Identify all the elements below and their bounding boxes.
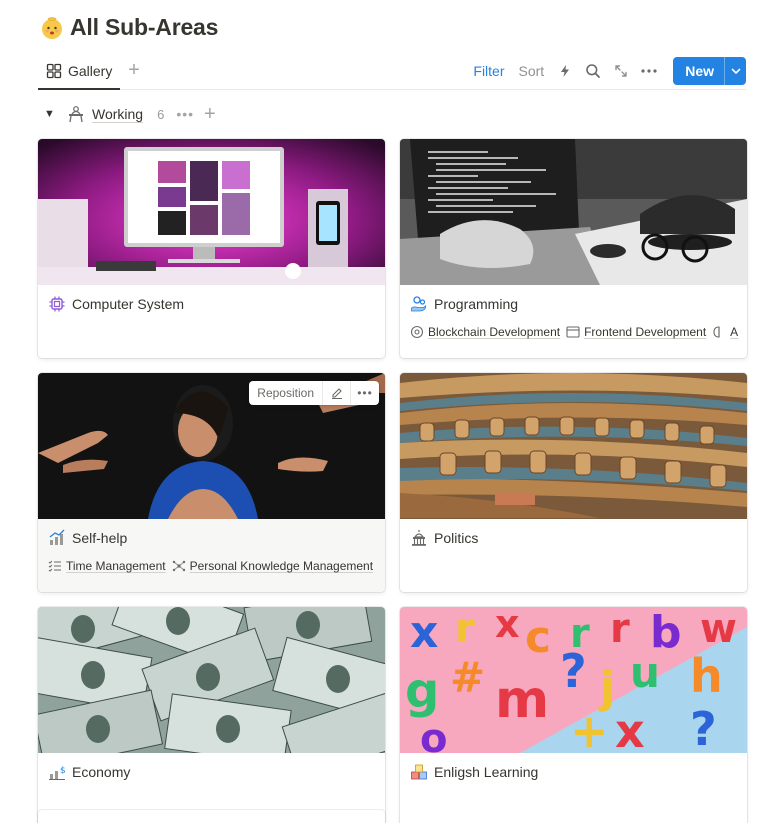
cover-image-dollar-bills: [38, 607, 385, 753]
blockchain-icon: [410, 325, 424, 339]
svg-text:+: +: [570, 704, 609, 753]
page-header: All Sub-Areas: [40, 14, 218, 41]
cover-image-colorful-letters: x r x c r r b w g # m ? j u h + x ? o: [400, 607, 747, 753]
cover-actions: Reposition •••: [249, 381, 379, 405]
svg-text:x: x: [615, 704, 645, 753]
add-view-icon[interactable]: +: [124, 60, 144, 81]
card-title: Enligsh Learning: [434, 764, 539, 780]
card-title-row: $ Economy: [48, 763, 130, 781]
gallery-card-self-help[interactable]: Reposition ••• Self-help Time Management: [38, 373, 385, 592]
tag-label: Time Management: [66, 559, 166, 573]
card-title: Politics: [434, 530, 479, 546]
svg-text:w: w: [700, 607, 737, 652]
tag-label: Frontend Development: [584, 325, 707, 339]
svg-text:g: g: [405, 663, 439, 719]
tag-pkm[interactable]: Personal Knowledge Management: [172, 559, 373, 573]
tag-label: Blockchain Development: [428, 325, 561, 339]
tag-frontend[interactable]: Frontend Development: [566, 325, 706, 339]
more-options-icon[interactable]: •••: [351, 381, 379, 405]
card-tags: Blockchain Development Frontend Developm…: [410, 325, 738, 339]
reposition-button[interactable]: Reposition: [249, 381, 323, 405]
card-title-row: Self-help: [48, 529, 127, 547]
cover-image-parliament: [400, 373, 747, 519]
tag-time-management[interactable]: Time Management: [48, 559, 166, 573]
more-options-icon[interactable]: [635, 57, 663, 85]
svg-text:?: ?: [560, 644, 587, 698]
card-title: Self-help: [72, 530, 128, 546]
card-title: Economy: [72, 764, 131, 780]
browser-window-icon: [566, 326, 580, 338]
card-title: Computer System: [72, 296, 185, 312]
sort-button[interactable]: Sort: [512, 63, 552, 79]
svg-text:#: #: [450, 653, 485, 702]
toolbar: Filter Sort New: [466, 56, 746, 86]
svg-text:x: x: [495, 607, 520, 646]
group-count: 6: [157, 106, 165, 122]
new-button[interactable]: New: [673, 57, 724, 85]
chevron-down-icon[interactable]: [724, 57, 746, 85]
network-icon: [172, 560, 185, 572]
checklist-icon: [48, 560, 61, 572]
expand-icon[interactable]: [607, 57, 635, 85]
group-more-icon[interactable]: •••: [176, 106, 194, 122]
tag-blockchain[interactable]: Blockchain Development: [410, 325, 560, 339]
automation-bolt-icon[interactable]: [551, 57, 579, 85]
card-title-row: Programming: [410, 295, 518, 313]
tag-label: Personal Knowledge Management: [189, 559, 374, 573]
gallery-card-partial[interactable]: [38, 810, 385, 823]
group-name[interactable]: Working: [92, 106, 143, 122]
gallery-card-programming[interactable]: Programming Blockchain Development Front…: [400, 139, 747, 358]
card-title-row: Politics: [410, 529, 478, 547]
chip-icon: [49, 296, 65, 312]
svg-text:u: u: [630, 648, 660, 697]
view-bar: Gallery + Filter Sort New: [38, 54, 746, 90]
svg-text:?: ?: [690, 702, 717, 753]
svg-text:o: o: [420, 716, 447, 753]
card-title: Programming: [434, 296, 519, 312]
svg-text:$: $: [60, 766, 66, 776]
group-add-icon[interactable]: +: [204, 104, 216, 124]
collapse-triangle-icon[interactable]: ▼: [44, 108, 56, 120]
svg-text:x: x: [410, 607, 438, 658]
gallery-card-computer-system[interactable]: Computer System: [38, 139, 385, 358]
svg-text:h: h: [690, 649, 723, 703]
gallery-card-economy[interactable]: $ Economy: [38, 607, 385, 823]
tab-gallery-label: Gallery: [68, 63, 113, 79]
gallery-card-english-learning[interactable]: x r x c r r b w g # m ? j u h + x ? o En…: [400, 607, 747, 823]
svg-text:c: c: [525, 612, 551, 663]
svg-text:r: r: [610, 607, 630, 652]
brain-icon: [713, 326, 720, 338]
growth-chart-icon: [49, 529, 65, 545]
baby-face-icon[interactable]: [40, 16, 64, 40]
dollar-chart-icon: $: [49, 766, 66, 780]
svg-text:r: r: [455, 607, 475, 652]
card-title-row: Computer System: [48, 295, 184, 313]
cover-image-laptop-coding: [400, 139, 747, 285]
page-title: All Sub-Areas: [70, 14, 219, 40]
cover-image-computer-desk: [38, 139, 385, 285]
edit-pencil-icon[interactable]: [323, 381, 351, 405]
working-desk-icon: [69, 106, 83, 123]
capitol-icon: [412, 530, 426, 546]
new-button-group: New: [673, 57, 746, 85]
tab-gallery[interactable]: Gallery: [38, 54, 121, 90]
card-tags: Time Management Personal Knowledge Manag…: [48, 559, 373, 573]
hand-gears-icon: [411, 296, 426, 312]
filter-button[interactable]: Filter: [466, 63, 511, 79]
search-icon[interactable]: [579, 57, 607, 85]
gallery-grid-icon: [46, 63, 62, 79]
svg-text:m: m: [495, 670, 549, 730]
group-header: ▼ Working 6 ••• +: [44, 102, 216, 126]
tag-label: A: [730, 325, 739, 339]
tag-truncated[interactable]: A: [712, 325, 738, 339]
card-title-row: Enligsh Learning: [410, 763, 538, 781]
alphabet-blocks-icon: [411, 764, 427, 780]
gallery-card-politics[interactable]: Politics: [400, 373, 747, 592]
